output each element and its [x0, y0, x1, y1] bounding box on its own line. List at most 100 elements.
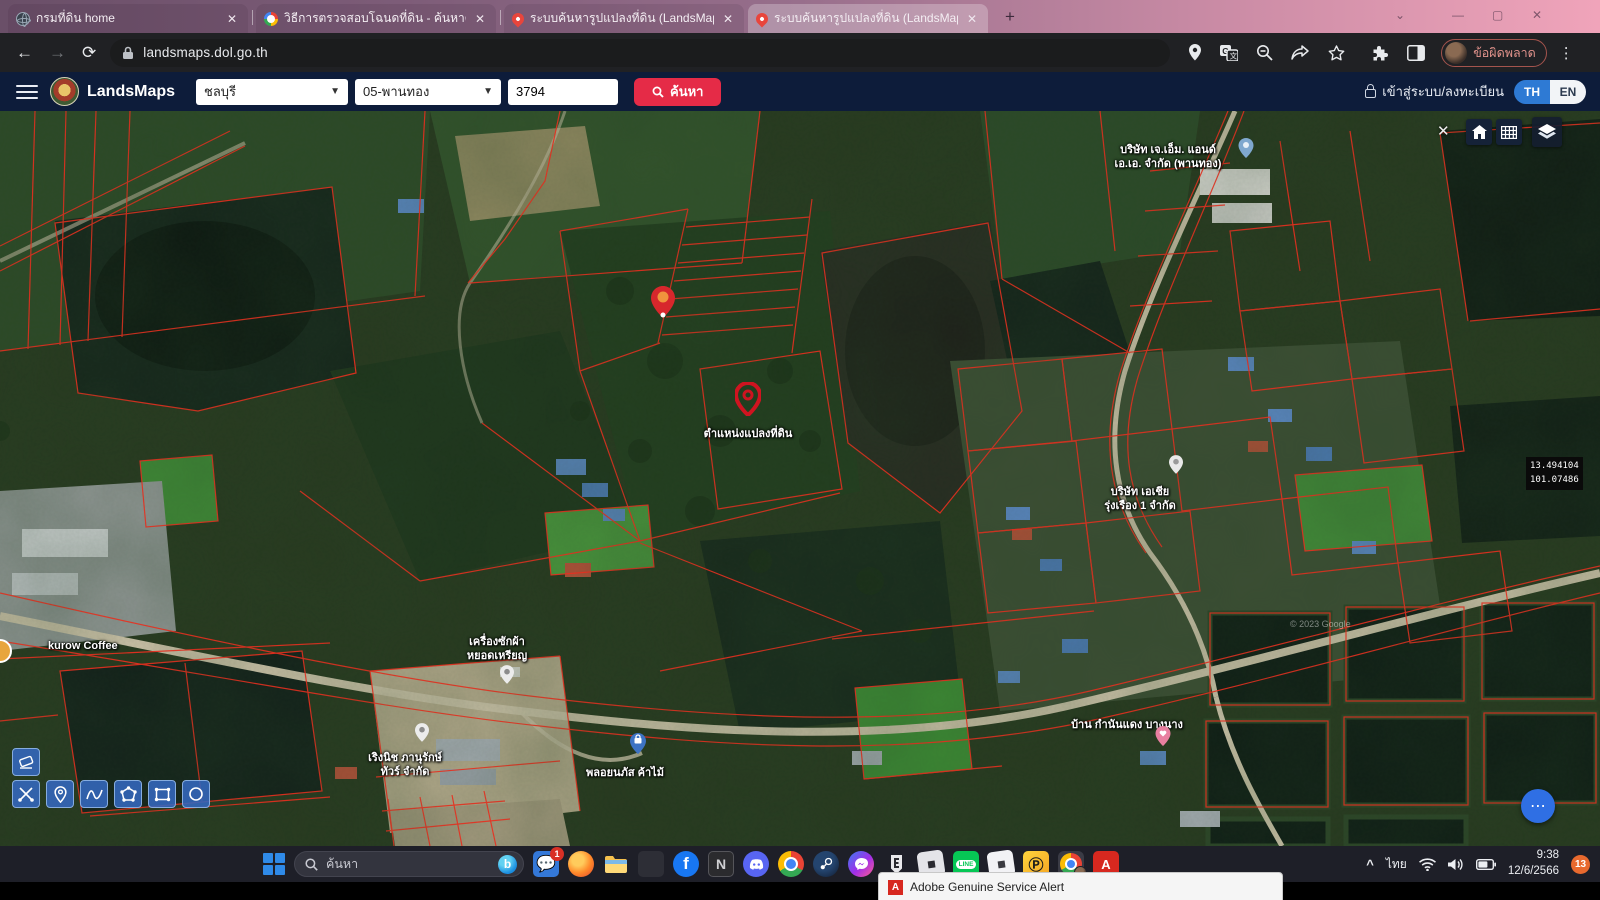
- translate-icon[interactable]: G 文: [1220, 45, 1238, 61]
- file-explorer-icon[interactable]: [603, 851, 629, 877]
- forward-button[interactable]: →: [49, 43, 66, 63]
- wifi-icon[interactable]: [1419, 858, 1436, 871]
- map-search-close-icon[interactable]: ✕: [1437, 122, 1450, 140]
- window-close-button[interactable]: ✕: [1532, 8, 1542, 22]
- landsmaps-header: LandsMaps ชลบุรี ▼ 05-พานทอง ▼ ค้นหา เข้…: [0, 72, 1600, 111]
- result-marker[interactable]: [651, 286, 675, 323]
- timber-label: พลอยนภัส ค้าไม้: [586, 766, 664, 780]
- eraser-tool-button[interactable]: [12, 748, 40, 776]
- grid-icon: [1501, 126, 1517, 139]
- window-maximize-button[interactable]: ▢: [1492, 8, 1503, 22]
- parcel-marker[interactable]: [735, 382, 761, 421]
- province-value: ชลบุรี: [204, 81, 236, 102]
- search-button[interactable]: ค้นหา: [634, 78, 721, 106]
- facebook-icon[interactable]: f: [673, 851, 699, 877]
- address-bar[interactable]: landsmaps.dol.go.th: [110, 39, 1170, 67]
- battery-icon[interactable]: [1476, 859, 1496, 870]
- tab-separator: [252, 10, 253, 25]
- messenger-icon[interactable]: [848, 851, 874, 877]
- coffee-label: kurow Coffee: [48, 639, 118, 653]
- teams-chat-icon[interactable]: 💬1: [533, 851, 559, 877]
- tray-language[interactable]: ไทย: [1386, 855, 1407, 874]
- tab-google-search[interactable]: วิธีการตรวจสอบโฉนดที่ดิน - ค้นหาด้ว ✕: [256, 4, 496, 33]
- share-icon[interactable]: [1291, 45, 1310, 61]
- login-link[interactable]: เข้าสู่ระบบ/ลงทะเบียน: [1365, 81, 1504, 102]
- side-panel-icon[interactable]: [1407, 45, 1425, 61]
- browser-toolbar: ← → ⟳ landsmaps.dol.go.th G 文: [0, 33, 1600, 72]
- tab-landsmaps-1[interactable]: ระบบค้นหารูปแปลงที่ดิน (LandsMaps ✕: [504, 4, 744, 33]
- browser-tab-strip: กรมที่ดิน home ✕ วิธีการตรวจสอบโฉนดที่ดิ…: [0, 0, 1600, 33]
- search-button-label: ค้นหา: [670, 81, 703, 102]
- tray-expand-chevron[interactable]: ^: [1366, 857, 1374, 872]
- lock-icon: [1365, 89, 1376, 98]
- polyline-tool-button[interactable]: [80, 780, 108, 808]
- tab-title: วิธีการตรวจสอบโฉนดที่ดิน - ค้นหาด้ว: [284, 9, 466, 28]
- pin-tool-button[interactable]: [46, 780, 74, 808]
- laundry-pin[interactable]: [500, 665, 514, 689]
- tab-close-icon[interactable]: ✕: [224, 12, 240, 26]
- circle-tool-button[interactable]: [182, 780, 210, 808]
- kamnan-heart-pin[interactable]: [1156, 726, 1171, 751]
- tray-time: 9:38: [1508, 848, 1559, 864]
- avatar: [1445, 42, 1467, 64]
- pinned-app-icon[interactable]: [638, 851, 664, 877]
- layers-button[interactable]: [1532, 117, 1562, 147]
- taskbar-search[interactable]: ค้นหา b: [294, 851, 524, 877]
- firefox-icon[interactable]: [568, 851, 594, 877]
- company-jm-pin[interactable]: [1239, 138, 1254, 163]
- menu-hamburger-icon[interactable]: [16, 81, 38, 103]
- start-button[interactable]: [263, 853, 285, 875]
- tab-title: กรมที่ดิน home: [36, 9, 218, 28]
- coordinates-readout: 13.494104101.07486: [1526, 457, 1583, 490]
- adobe-alert-icon: A: [888, 880, 903, 895]
- tour-pin[interactable]: [415, 723, 429, 747]
- home-icon: [1472, 125, 1487, 139]
- tab-home[interactable]: กรมที่ดิน home ✕: [8, 4, 248, 33]
- home-button[interactable]: [1466, 119, 1492, 145]
- bookmark-star-icon[interactable]: [1328, 45, 1345, 61]
- svg-text:文: 文: [1230, 50, 1238, 60]
- lang-th-button[interactable]: TH: [1514, 80, 1550, 104]
- notification-badge[interactable]: 13: [1571, 855, 1590, 874]
- rectangle-tool-button[interactable]: [148, 780, 176, 808]
- steam-icon[interactable]: [813, 851, 839, 877]
- company-asia-pin[interactable]: [1169, 455, 1183, 479]
- tray-clock[interactable]: 9:38 12/6/2566: [1508, 848, 1559, 879]
- tab-landsmaps-2-active[interactable]: ระบบค้นหารูปแปลงที่ดิน (LandsMaps ✕: [748, 4, 988, 33]
- discord-icon[interactable]: [743, 851, 769, 877]
- reload-button[interactable]: ⟳: [82, 43, 96, 63]
- screen: กรมที่ดิน home ✕ วิธีการตรวจสอบโฉนดที่ดิ…: [0, 0, 1600, 900]
- zoom-out-icon[interactable]: [1256, 44, 1273, 61]
- profile-button[interactable]: ข้อผิดพลาด: [1441, 39, 1547, 67]
- url-text: landsmaps.dol.go.th: [143, 45, 268, 60]
- satellite-map[interactable]: ✕ ตำแหน่งแปลง: [0, 111, 1600, 846]
- chrome-icon[interactable]: [778, 851, 804, 877]
- window-minimize-button[interactable]: —: [1452, 8, 1464, 22]
- extensions-icon[interactable]: [1371, 44, 1389, 62]
- tab-title: ระบบค้นหารูปแปลงที่ดิน (LandsMaps: [774, 9, 958, 28]
- province-select[interactable]: ชลบุรี ▼: [196, 79, 348, 105]
- browser-menu-button[interactable]: ⋮: [1559, 44, 1574, 62]
- tab-close-icon[interactable]: ✕: [964, 12, 980, 26]
- measure-tool-button[interactable]: [12, 780, 40, 808]
- language-toggle: TH EN: [1514, 80, 1586, 104]
- chat-fab-button[interactable]: ⋯: [1521, 789, 1555, 823]
- adobe-alert-popup[interactable]: A Adobe Genuine Service Alert: [878, 872, 1283, 900]
- login-label: เข้าสู่ระบบ/ลงทะเบียน: [1382, 81, 1504, 102]
- polygon-tool-button[interactable]: [114, 780, 142, 808]
- parcel-number-input[interactable]: [508, 79, 618, 105]
- tab-close-icon[interactable]: ✕: [472, 12, 488, 26]
- notion-icon[interactable]: N: [708, 851, 734, 877]
- back-button[interactable]: ←: [16, 43, 33, 63]
- district-select[interactable]: 05-พานทอง ▼: [355, 79, 501, 105]
- timber-shop-pin[interactable]: [630, 733, 646, 759]
- tab-close-icon[interactable]: ✕: [720, 12, 736, 26]
- volume-icon[interactable]: [1448, 858, 1464, 871]
- new-tab-button[interactable]: +: [1000, 7, 1020, 27]
- bing-icon: b: [498, 855, 517, 874]
- location-icon[interactable]: [1188, 44, 1202, 61]
- lock-icon: [122, 46, 134, 60]
- grid-view-button[interactable]: [1496, 119, 1522, 145]
- window-chevron-icon[interactable]: ⌄: [1395, 8, 1405, 22]
- lang-en-button[interactable]: EN: [1550, 80, 1586, 104]
